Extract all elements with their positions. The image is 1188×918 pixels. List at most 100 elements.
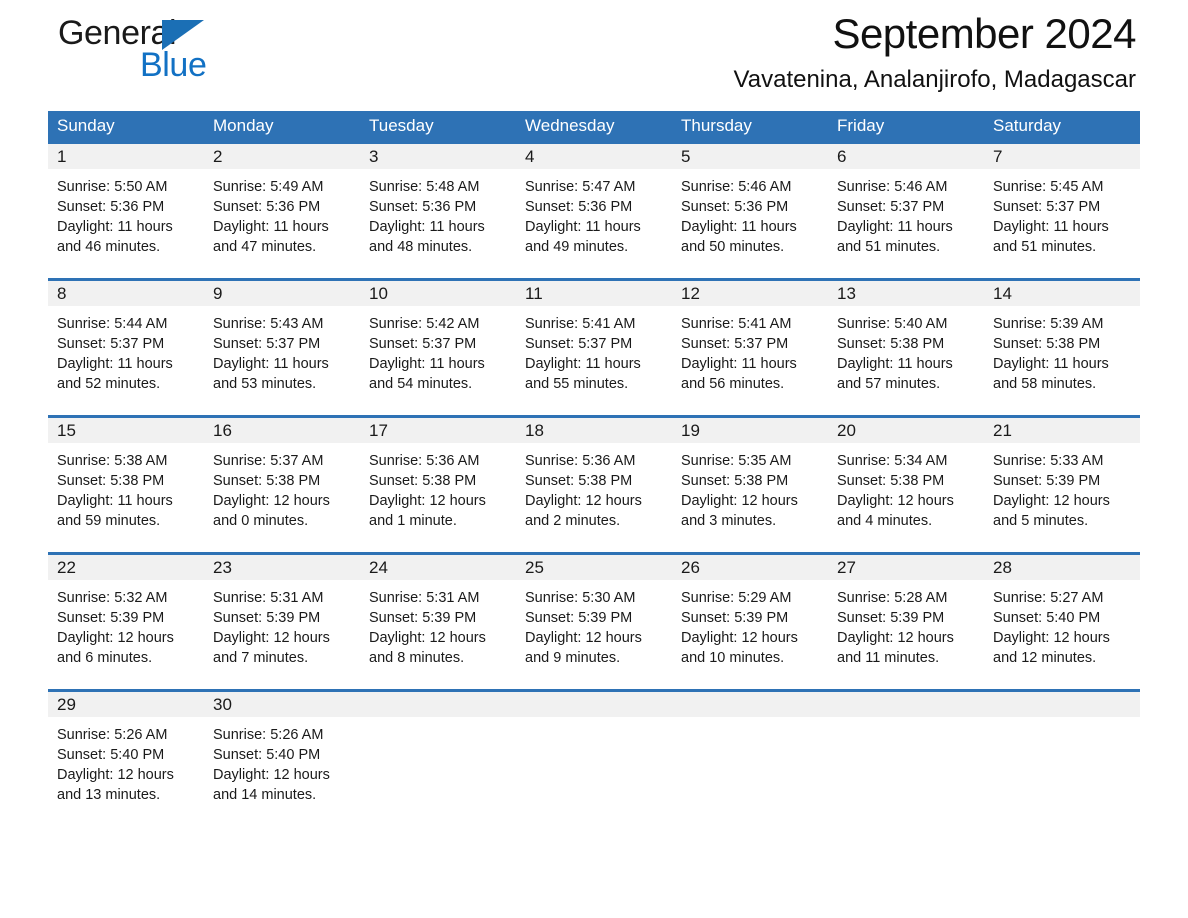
sunrise-text: Sunrise: 5:40 AM bbox=[837, 316, 948, 332]
day-details: Sunrise: 5:37 AM Sunset: 5:38 PM Dayligh… bbox=[204, 443, 360, 531]
day-details: Sunrise: 5:48 AM Sunset: 5:36 PM Dayligh… bbox=[360, 169, 516, 257]
day-details: Sunrise: 5:31 AM Sunset: 5:39 PM Dayligh… bbox=[360, 580, 516, 668]
sunset-text: Sunset: 5:37 PM bbox=[837, 199, 945, 215]
day-number-band: 21 bbox=[984, 418, 1140, 443]
day-details: Sunrise: 5:28 AM Sunset: 5:39 PM Dayligh… bbox=[828, 580, 984, 668]
daylight-text: Daylight: 11 hours and 59 minutes. bbox=[57, 493, 173, 529]
day-number: 25 bbox=[525, 558, 544, 577]
day-details: Sunrise: 5:26 AM Sunset: 5:40 PM Dayligh… bbox=[48, 717, 204, 805]
sunrise-text: Sunrise: 5:31 AM bbox=[213, 590, 324, 606]
sunset-text: Sunset: 5:36 PM bbox=[213, 199, 321, 215]
day-cell[interactable]: 13 Sunrise: 5:40 AM Sunset: 5:38 PM Dayl… bbox=[828, 281, 984, 407]
day-cell[interactable]: 27 Sunrise: 5:28 AM Sunset: 5:39 PM Dayl… bbox=[828, 555, 984, 681]
day-details: Sunrise: 5:27 AM Sunset: 5:40 PM Dayligh… bbox=[984, 580, 1140, 668]
day-number: 6 bbox=[837, 147, 847, 166]
daylight-text: Daylight: 12 hours and 1 minute. bbox=[369, 493, 486, 529]
day-number: 7 bbox=[993, 147, 1003, 166]
day-cell[interactable]: 14 Sunrise: 5:39 AM Sunset: 5:38 PM Dayl… bbox=[984, 281, 1140, 407]
sunrise-text: Sunrise: 5:43 AM bbox=[213, 316, 324, 332]
page-header: General Blue September 2024 Vavatenina, … bbox=[48, 0, 1140, 110]
day-cell[interactable]: 6 Sunrise: 5:46 AM Sunset: 5:37 PM Dayli… bbox=[828, 144, 984, 270]
day-details: Sunrise: 5:33 AM Sunset: 5:39 PM Dayligh… bbox=[984, 443, 1140, 531]
day-cell[interactable]: 12 Sunrise: 5:41 AM Sunset: 5:37 PM Dayl… bbox=[672, 281, 828, 407]
day-cell[interactable]: 23 Sunrise: 5:31 AM Sunset: 5:39 PM Dayl… bbox=[204, 555, 360, 681]
day-number-band: 18 bbox=[516, 418, 672, 443]
calendar-grid: Sunday Monday Tuesday Wednesday Thursday… bbox=[48, 111, 1140, 818]
day-details: Sunrise: 5:29 AM Sunset: 5:39 PM Dayligh… bbox=[672, 580, 828, 668]
day-cell-empty bbox=[672, 692, 828, 818]
daylight-text: Daylight: 11 hours and 58 minutes. bbox=[993, 356, 1109, 392]
sunset-text: Sunset: 5:37 PM bbox=[213, 336, 321, 352]
day-cell[interactable]: 9 Sunrise: 5:43 AM Sunset: 5:37 PM Dayli… bbox=[204, 281, 360, 407]
day-cell[interactable]: 19 Sunrise: 5:35 AM Sunset: 5:38 PM Dayl… bbox=[672, 418, 828, 544]
day-cell[interactable]: 15 Sunrise: 5:38 AM Sunset: 5:38 PM Dayl… bbox=[48, 418, 204, 544]
day-number: 19 bbox=[681, 421, 700, 440]
weekday-header-thursday: Thursday bbox=[681, 116, 752, 135]
sunset-text: Sunset: 5:36 PM bbox=[57, 199, 165, 215]
day-number-band bbox=[360, 692, 516, 717]
day-cell[interactable]: 29 Sunrise: 5:26 AM Sunset: 5:40 PM Dayl… bbox=[48, 692, 204, 818]
sunset-text: Sunset: 5:38 PM bbox=[213, 473, 321, 489]
day-cell[interactable]: 28 Sunrise: 5:27 AM Sunset: 5:40 PM Dayl… bbox=[984, 555, 1140, 681]
day-details: Sunrise: 5:42 AM Sunset: 5:37 PM Dayligh… bbox=[360, 306, 516, 394]
day-cell[interactable]: 21 Sunrise: 5:33 AM Sunset: 5:39 PM Dayl… bbox=[984, 418, 1140, 544]
day-number: 3 bbox=[369, 147, 379, 166]
sunset-text: Sunset: 5:38 PM bbox=[369, 473, 477, 489]
sunrise-text: Sunrise: 5:36 AM bbox=[369, 453, 480, 469]
day-cell[interactable]: 2 Sunrise: 5:49 AM Sunset: 5:36 PM Dayli… bbox=[204, 144, 360, 270]
day-cell[interactable]: 26 Sunrise: 5:29 AM Sunset: 5:39 PM Dayl… bbox=[672, 555, 828, 681]
sunrise-text: Sunrise: 5:34 AM bbox=[837, 453, 948, 469]
day-number-band bbox=[516, 692, 672, 717]
day-cell[interactable]: 17 Sunrise: 5:36 AM Sunset: 5:38 PM Dayl… bbox=[360, 418, 516, 544]
day-cell[interactable]: 11 Sunrise: 5:41 AM Sunset: 5:37 PM Dayl… bbox=[516, 281, 672, 407]
sunset-text: Sunset: 5:39 PM bbox=[681, 610, 789, 626]
day-cell[interactable]: 1 Sunrise: 5:50 AM Sunset: 5:36 PM Dayli… bbox=[48, 144, 204, 270]
day-number-band: 2 bbox=[204, 144, 360, 169]
daylight-text: Daylight: 12 hours and 13 minutes. bbox=[57, 767, 174, 803]
day-cell[interactable]: 25 Sunrise: 5:30 AM Sunset: 5:39 PM Dayl… bbox=[516, 555, 672, 681]
day-number-band: 29 bbox=[48, 692, 204, 717]
sunrise-text: Sunrise: 5:48 AM bbox=[369, 179, 480, 195]
day-number-band: 26 bbox=[672, 555, 828, 580]
week-row: 8 Sunrise: 5:44 AM Sunset: 5:37 PM Dayli… bbox=[48, 278, 1140, 407]
page-subtitle: Vavatenina, Analanjirofo, Madagascar bbox=[733, 66, 1136, 93]
calendar-page: General Blue September 2024 Vavatenina, … bbox=[0, 0, 1188, 918]
day-number: 13 bbox=[837, 284, 856, 303]
day-number: 4 bbox=[525, 147, 535, 166]
day-cell[interactable]: 7 Sunrise: 5:45 AM Sunset: 5:37 PM Dayli… bbox=[984, 144, 1140, 270]
sunset-text: Sunset: 5:36 PM bbox=[369, 199, 477, 215]
day-cell[interactable]: 18 Sunrise: 5:36 AM Sunset: 5:38 PM Dayl… bbox=[516, 418, 672, 544]
day-cell[interactable]: 10 Sunrise: 5:42 AM Sunset: 5:37 PM Dayl… bbox=[360, 281, 516, 407]
day-cell[interactable]: 30 Sunrise: 5:26 AM Sunset: 5:40 PM Dayl… bbox=[204, 692, 360, 818]
day-cell[interactable]: 16 Sunrise: 5:37 AM Sunset: 5:38 PM Dayl… bbox=[204, 418, 360, 544]
day-number-band: 20 bbox=[828, 418, 984, 443]
day-number-band: 13 bbox=[828, 281, 984, 306]
day-number-band: 15 bbox=[48, 418, 204, 443]
day-number: 17 bbox=[369, 421, 388, 440]
day-cell[interactable]: 5 Sunrise: 5:46 AM Sunset: 5:36 PM Dayli… bbox=[672, 144, 828, 270]
day-cell[interactable]: 3 Sunrise: 5:48 AM Sunset: 5:36 PM Dayli… bbox=[360, 144, 516, 270]
generalblue-logo[interactable]: General Blue bbox=[58, 14, 318, 94]
daylight-text: Daylight: 11 hours and 50 minutes. bbox=[681, 219, 797, 255]
day-cell[interactable]: 22 Sunrise: 5:32 AM Sunset: 5:39 PM Dayl… bbox=[48, 555, 204, 681]
day-details: Sunrise: 5:46 AM Sunset: 5:36 PM Dayligh… bbox=[672, 169, 828, 257]
weekday-header-tuesday: Tuesday bbox=[369, 116, 434, 135]
page-title: September 2024 bbox=[832, 10, 1136, 57]
day-cell[interactable]: 4 Sunrise: 5:47 AM Sunset: 5:36 PM Dayli… bbox=[516, 144, 672, 270]
day-number-band: 6 bbox=[828, 144, 984, 169]
day-number: 24 bbox=[369, 558, 388, 577]
sunset-text: Sunset: 5:36 PM bbox=[525, 199, 633, 215]
daylight-text: Daylight: 12 hours and 11 minutes. bbox=[837, 630, 954, 666]
day-number: 15 bbox=[57, 421, 76, 440]
day-number: 16 bbox=[213, 421, 232, 440]
day-number-band: 24 bbox=[360, 555, 516, 580]
day-number-band: 5 bbox=[672, 144, 828, 169]
day-cell[interactable]: 20 Sunrise: 5:34 AM Sunset: 5:38 PM Dayl… bbox=[828, 418, 984, 544]
day-number: 9 bbox=[213, 284, 223, 303]
day-number-band: 27 bbox=[828, 555, 984, 580]
sunrise-text: Sunrise: 5:42 AM bbox=[369, 316, 480, 332]
sunset-text: Sunset: 5:39 PM bbox=[525, 610, 633, 626]
day-cell[interactable]: 24 Sunrise: 5:31 AM Sunset: 5:39 PM Dayl… bbox=[360, 555, 516, 681]
day-cell[interactable]: 8 Sunrise: 5:44 AM Sunset: 5:37 PM Dayli… bbox=[48, 281, 204, 407]
sunrise-text: Sunrise: 5:44 AM bbox=[57, 316, 168, 332]
